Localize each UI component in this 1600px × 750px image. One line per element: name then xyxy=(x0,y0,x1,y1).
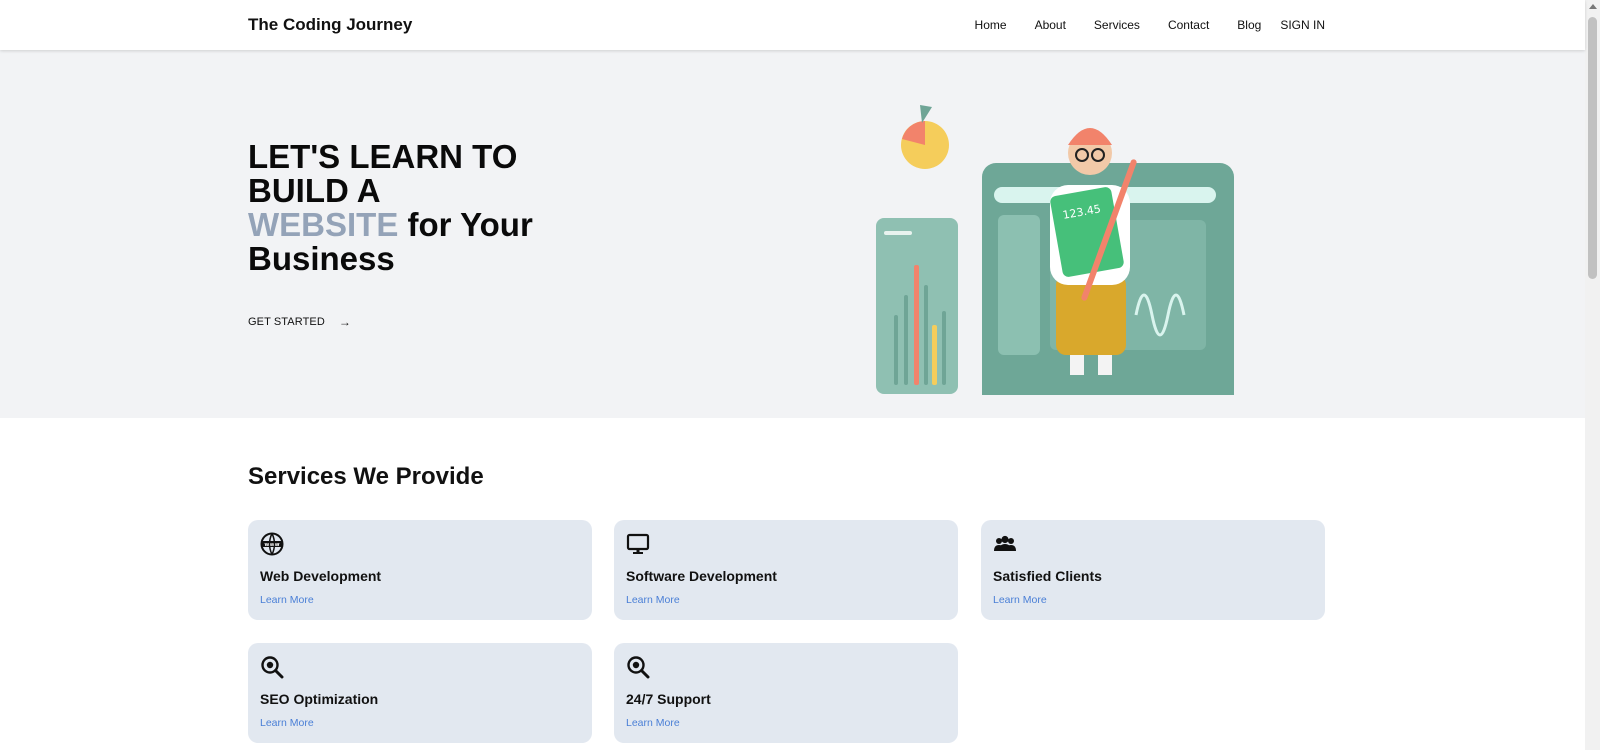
navbar: The Coding Journey Home About Services C… xyxy=(0,0,1585,50)
svg-text:www: www xyxy=(264,542,279,548)
main-nav: Home About Services Contact Blog SIGN IN xyxy=(947,18,1325,32)
search-icon xyxy=(627,656,650,679)
learn-more-link[interactable]: Learn More xyxy=(993,594,1047,606)
arrow-right-icon: → xyxy=(338,315,352,329)
learn-more-link[interactable]: Learn More xyxy=(626,594,680,606)
bar-chart-panel xyxy=(876,218,958,394)
brand-logo[interactable]: The Coding Journey xyxy=(248,15,412,35)
service-card-seo-optimization[interactable]: SEO Optimization Learn More xyxy=(248,643,592,743)
service-card-web-development[interactable]: www Web Development Learn More xyxy=(248,520,592,620)
hero-line-4: Business xyxy=(248,240,395,277)
monitor-icon xyxy=(626,533,650,554)
nav-about[interactable]: About xyxy=(1035,18,1066,32)
services-heading: Services We Provide xyxy=(248,463,484,490)
card-title: SEO Optimization xyxy=(260,691,379,707)
www-globe-icon: www xyxy=(260,532,284,556)
nav-services[interactable]: Services xyxy=(1094,18,1140,32)
get-started-label: GET STARTED xyxy=(248,316,325,328)
card-title: Satisfied Clients xyxy=(993,568,1102,584)
hero-heading: LET'S LEARN TO BUILD A WEBSITE for Your … xyxy=(248,140,568,276)
service-card-24-7-support[interactable]: 24/7 Support Learn More xyxy=(614,643,958,743)
nav-home[interactable]: Home xyxy=(975,18,1007,32)
learn-more-link[interactable]: Learn More xyxy=(260,594,314,606)
users-icon xyxy=(994,535,1016,551)
scroll-up-icon[interactable] xyxy=(1589,4,1597,9)
vertical-scrollbar[interactable] xyxy=(1585,0,1600,750)
hero-section: LET'S LEARN TO BUILD A WEBSITE for Your … xyxy=(0,50,1585,418)
hero-illustration: 123.45 xyxy=(876,105,1234,395)
service-card-satisfied-clients[interactable]: Satisfied Clients Learn More xyxy=(981,520,1325,620)
card-title: 24/7 Support xyxy=(626,691,711,707)
search-icon xyxy=(261,656,284,679)
hero-accent-word: WEBSITE xyxy=(248,206,399,243)
learn-more-link[interactable]: Learn More xyxy=(260,717,314,729)
nav-contact[interactable]: Contact xyxy=(1168,18,1209,32)
get-started-button[interactable]: GET STARTED → xyxy=(248,315,351,329)
pie-chart-icon xyxy=(901,105,949,169)
hero-line-2: BUILD A xyxy=(248,172,381,209)
service-card-software-development[interactable]: Software Development Learn More xyxy=(614,520,958,620)
hero-line-3: for Your xyxy=(398,206,533,243)
hero-line-1: LET'S LEARN TO xyxy=(248,138,518,175)
scrollbar-thumb[interactable] xyxy=(1588,17,1597,279)
learn-more-link[interactable]: Learn More xyxy=(626,717,680,729)
card-title: Software Development xyxy=(626,568,777,584)
sign-in-link[interactable]: SIGN IN xyxy=(1280,18,1325,32)
card-title: Web Development xyxy=(260,568,382,584)
nav-blog[interactable]: Blog xyxy=(1237,18,1261,32)
